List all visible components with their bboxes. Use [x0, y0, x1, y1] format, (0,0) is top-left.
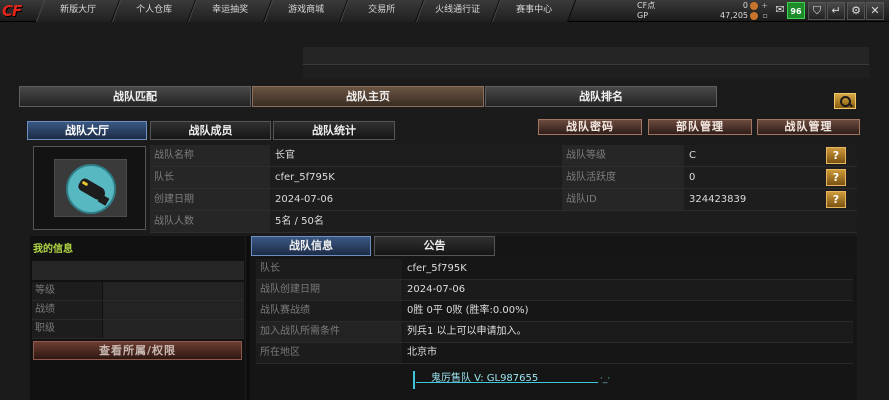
add-cf-icon[interactable]: +	[761, 1, 768, 11]
detail-created-label: 战队创建日期	[256, 280, 402, 300]
banner-strip	[303, 47, 869, 64]
clan-emblem[interactable]	[54, 159, 127, 217]
cf-coin-icon	[750, 2, 758, 10]
my-rank-value	[103, 320, 244, 338]
table-row: 队长 cfer_5f795K	[256, 259, 853, 280]
help-icon[interactable]: ?	[826, 169, 846, 186]
detail-record-value: 0胜 0平 0败 (胜率:0.00%)	[403, 301, 853, 321]
detail-leader-value: cfer_5f795K	[403, 259, 853, 279]
detail-created-value: 2024-07-06	[403, 280, 853, 300]
member-count-label: 战队人数	[150, 211, 270, 232]
top-nav-bar: CF 新版大厅 个人仓库 幸运抽奖 游戏商城 交易所 火线通行证 赛事中心 CF…	[0, 0, 889, 22]
detail-region-value: 北京市	[403, 343, 853, 363]
clan-notice: 鬼厉售队 V: GL987655 ·_·	[410, 368, 630, 392]
nav-tab-warehouse[interactable]: 个人仓库	[111, 0, 197, 22]
notice-accent-bar	[413, 371, 415, 389]
my-rank-label: 职级	[32, 320, 102, 338]
banner-divider	[303, 64, 869, 65]
my-record-value	[103, 301, 244, 319]
gp-coin-icon	[750, 12, 758, 20]
help-icon[interactable]: ?	[826, 147, 846, 164]
clan-password-button[interactable]: 战队密码	[538, 119, 642, 135]
table-row: 战队名称 长官 战队等级 C ?	[150, 145, 857, 167]
table-row: 战队创建日期 2024-07-06	[256, 280, 853, 301]
level-badge[interactable]: 96	[787, 2, 805, 19]
my-info-header-bar	[32, 261, 244, 280]
table-row: 所在地区 北京市	[256, 343, 853, 364]
my-record-label: 战绩	[32, 301, 102, 319]
tab-announcement[interactable]: 公告	[374, 236, 495, 256]
help-icon[interactable]: ?	[826, 191, 846, 208]
list-item: 战绩	[32, 301, 244, 320]
clan-detail-table: 队长 cfer_5f795K 战队创建日期 2024-07-06 战队赛战绩 0…	[256, 259, 853, 364]
table-row: 创建日期 2024-07-06 战队ID 324423839 ?	[150, 189, 857, 211]
search-icon[interactable]	[834, 93, 856, 109]
leader-value: cfer_5f795K	[271, 167, 561, 188]
banner-strip-lower	[303, 66, 869, 78]
cf-points-row: CF点 0 +	[634, 1, 770, 11]
detail-requirement-value: 列兵1 以上可以申请加入。	[403, 322, 853, 342]
clan-emblem-frame	[33, 146, 146, 230]
tab-clan-match[interactable]: 战队匹配	[19, 86, 251, 107]
notice-text: 鬼厉售队 V: GL987655	[431, 373, 539, 384]
nav-tab-lottery[interactable]: 幸运抽奖	[187, 0, 273, 22]
detail-requirement-label: 加入战队所需条件	[256, 322, 402, 342]
nav-tabs: 新版大厅 个人仓库 幸运抽奖 游戏商城 交易所 火线通行证 赛事中心	[35, 0, 577, 22]
clan-name-label: 战队名称	[150, 145, 270, 166]
gp-value: 47,205	[720, 11, 748, 20]
cf-points-label: CF点	[637, 1, 656, 10]
detail-leader-label: 队长	[256, 259, 402, 279]
clan-management-button[interactable]: 战队管理	[757, 119, 860, 135]
list-item: 职级	[32, 320, 244, 339]
leader-label: 队长	[150, 167, 270, 188]
my-info-title: 我的信息	[33, 244, 73, 255]
gift-icon[interactable]: ▫	[763, 11, 768, 21]
tab-clan-stats[interactable]: 战队统计	[273, 121, 395, 140]
unit-management-button[interactable]: 部队管理	[648, 119, 752, 135]
gp-label: GP	[637, 11, 649, 20]
my-level-label: 等级	[32, 282, 102, 300]
my-level-value	[103, 282, 244, 300]
nav-tab-new-lobby[interactable]: 新版大厅	[35, 0, 121, 22]
table-row: 加入战队所需条件 列兵1 以上可以申请加入。	[256, 322, 853, 343]
created-date-value: 2024-07-06	[271, 189, 561, 210]
table-row: 战队赛战绩 0胜 0平 0败 (胜率:0.00%)	[256, 301, 853, 322]
clan-info-table: 战队名称 长官 战队等级 C ? 队长 cfer_5f795K 战队活跃度 0 …	[150, 145, 857, 233]
created-date-label: 创建日期	[150, 189, 270, 210]
clan-activity-label: 战队活跃度	[562, 167, 684, 188]
table-row: 战队人数 5名 / 50名	[150, 211, 857, 233]
nav-tab-events[interactable]: 赛事中心	[491, 0, 577, 22]
tab-clan-members[interactable]: 战队成员	[150, 121, 271, 140]
rank-icon[interactable]: ⛉	[808, 2, 826, 20]
list-item: 等级	[32, 282, 244, 301]
back-icon[interactable]: ↵	[827, 2, 845, 20]
gp-row: GP 47,205 ▫	[634, 11, 770, 21]
tab-clan-info[interactable]: 战队信息	[251, 236, 371, 256]
cf-points-value: 0	[742, 1, 748, 10]
nav-tab-exchange[interactable]: 交易所	[339, 0, 425, 22]
bomb-emblem-icon	[66, 164, 116, 214]
gear-icon[interactable]: ⚙	[847, 2, 865, 20]
nav-tab-pass[interactable]: 火线通行证	[415, 0, 501, 22]
currency-panel: CF点 0 + GP 47,205 ▫	[634, 1, 770, 21]
tab-clan-lobby[interactable]: 战队大厅	[27, 121, 147, 140]
tab-clan-home[interactable]: 战队主页	[252, 86, 484, 107]
close-icon[interactable]: ✕	[866, 2, 884, 20]
view-permissions-button[interactable]: 查看所属/权限	[33, 341, 242, 360]
notice-emoticon: ·_·	[600, 374, 611, 384]
clan-id-label: 战队ID	[562, 189, 684, 210]
clan-level-label: 战队等级	[562, 145, 684, 166]
nav-tab-shop[interactable]: 游戏商城	[263, 0, 349, 22]
tab-clan-ranking[interactable]: 战队排名	[485, 86, 717, 107]
member-count-value: 5名 / 50名	[271, 211, 857, 232]
detail-region-label: 所在地区	[256, 343, 402, 363]
table-row: 队长 cfer_5f795K 战队活跃度 0 ?	[150, 167, 857, 189]
detail-record-label: 战队赛战绩	[256, 301, 402, 321]
clan-name-value: 长官	[271, 145, 561, 166]
